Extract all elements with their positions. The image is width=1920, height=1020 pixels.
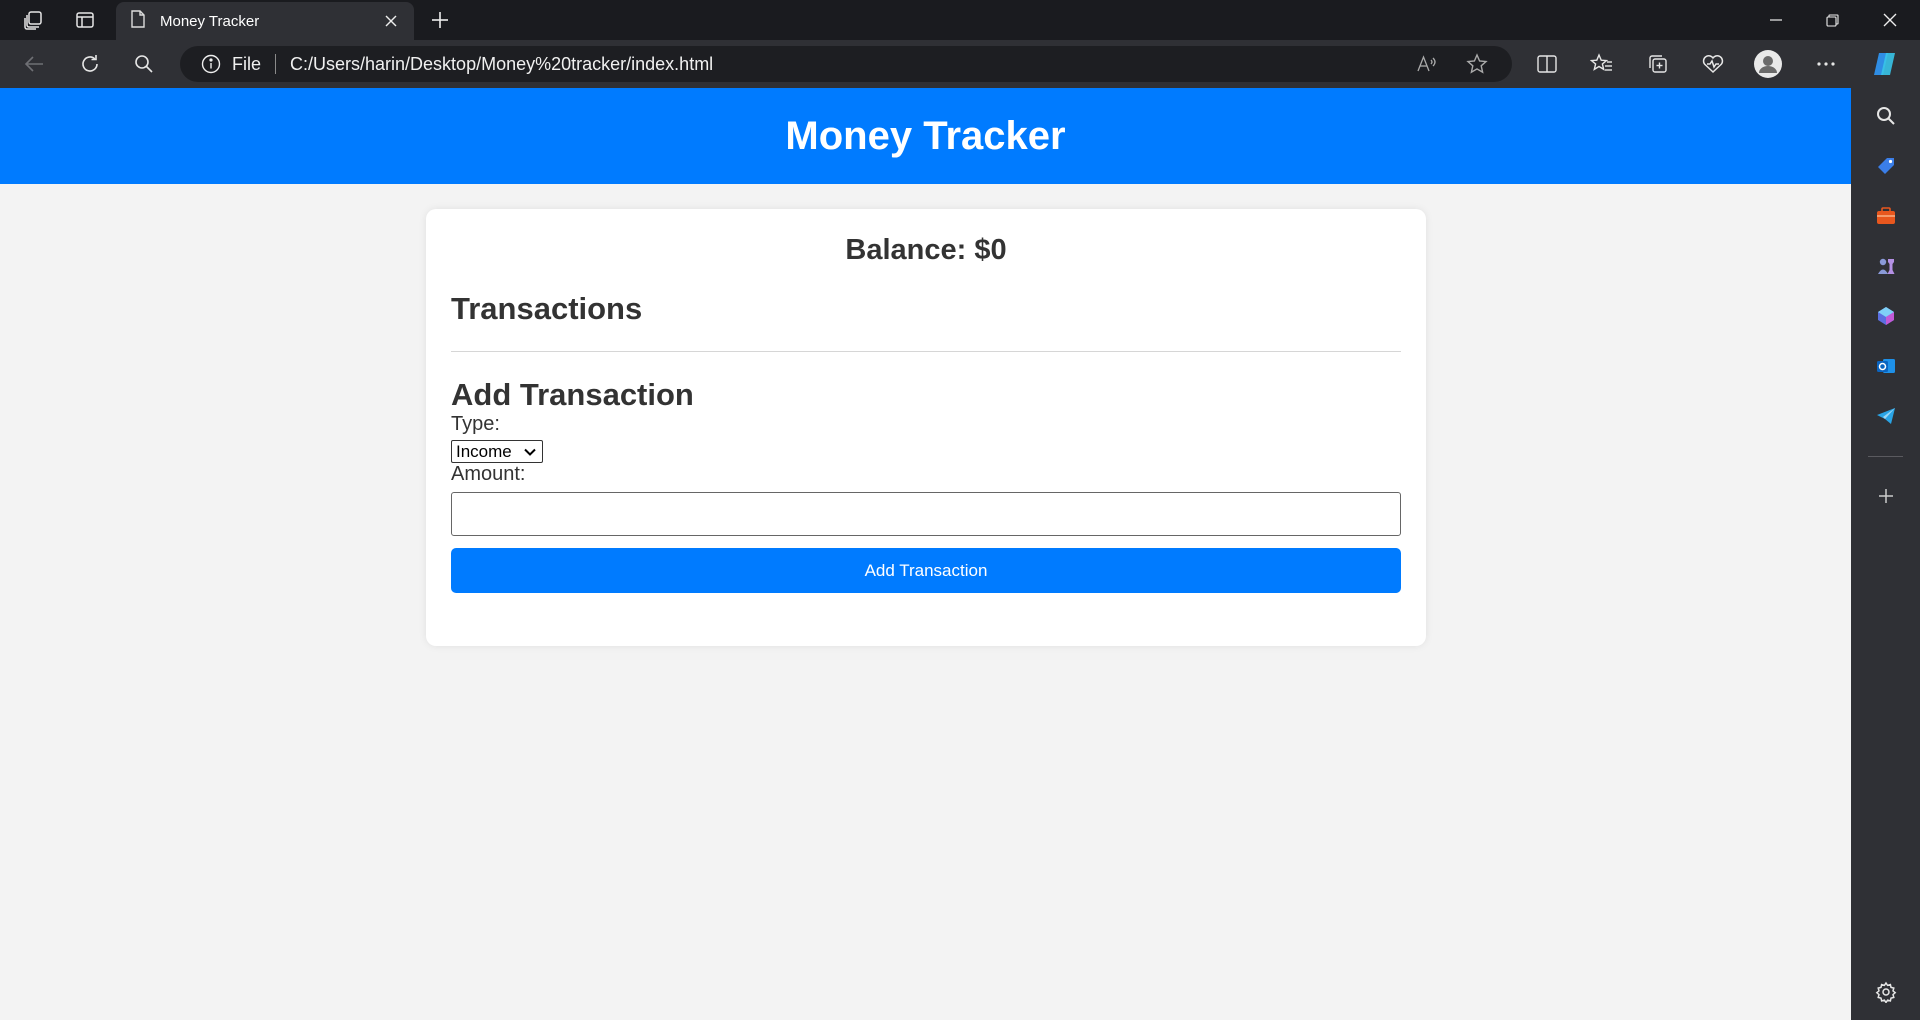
search-icon[interactable] <box>124 44 164 84</box>
sidebar-settings-icon[interactable] <box>1851 972 1920 1012</box>
telegram-send-icon[interactable] <box>1851 396 1920 436</box>
edge-sidebar <box>1851 88 1920 1020</box>
address-divider <box>275 54 277 74</box>
copilot-icon[interactable] <box>1865 44 1905 84</box>
read-aloud-icon[interactable] <box>1410 50 1444 78</box>
browser-essentials-icon[interactable] <box>1693 44 1733 84</box>
collections-icon[interactable] <box>1638 44 1678 84</box>
split-screen-icon[interactable] <box>1527 44 1567 84</box>
section-divider <box>451 351 1401 352</box>
close-tab-icon[interactable] <box>380 10 402 32</box>
new-tab-button[interactable] <box>420 0 460 40</box>
transactions-heading: Transactions <box>451 291 643 326</box>
restore-button[interactable] <box>1804 0 1860 40</box>
browser-tab-active[interactable]: Money Tracker <box>116 2 414 40</box>
vertical-tabs-icon[interactable] <box>64 0 106 40</box>
address-url[interactable]: C:/Users/harin/Desktop/Money%20tracker/i… <box>290 54 713 75</box>
amount-input[interactable] <box>451 492 1401 536</box>
page-viewport: Money Tracker Balance: $0 Transactions A… <box>0 88 1851 1020</box>
close-window-button[interactable] <box>1862 0 1918 40</box>
microsoft-365-icon[interactable] <box>1851 296 1920 336</box>
type-label: Type: <box>451 413 500 435</box>
shopping-tag-icon[interactable] <box>1851 146 1920 186</box>
refresh-button[interactable] <box>70 44 110 84</box>
games-chess-icon[interactable] <box>1851 246 1920 286</box>
browser-toolbar: File C:/Users/harin/Desktop/Money%20trac… <box>0 40 1920 88</box>
chevron-down-icon <box>523 444 537 458</box>
app-header: Money Tracker <box>0 88 1851 184</box>
page-icon <box>130 10 146 32</box>
address-bar[interactable]: File C:/Users/harin/Desktop/Money%20trac… <box>180 46 1512 82</box>
tracker-card: Balance: $0 Transactions Add Transaction… <box>426 209 1426 646</box>
sidebar-divider <box>1868 456 1903 457</box>
profile-avatar[interactable] <box>1748 44 1788 84</box>
browser-titlebar: Money Tracker <box>0 0 1920 40</box>
sidebar-search-icon[interactable] <box>1851 96 1920 136</box>
address-scheme-label: File <box>232 53 262 74</box>
app-title: Money Tracker <box>785 113 1066 158</box>
favorites-icon[interactable] <box>1582 44 1622 84</box>
type-select[interactable]: Income <box>451 440 543 463</box>
amount-label: Amount: <box>451 463 526 485</box>
add-sidebar-app-icon[interactable] <box>1851 476 1920 516</box>
workspaces-icon[interactable] <box>12 0 54 40</box>
balance-display: Balance: $0 <box>845 234 1007 266</box>
back-button[interactable] <box>14 44 54 84</box>
type-selected-value: Income <box>456 441 512 461</box>
tools-briefcase-icon[interactable] <box>1851 196 1920 236</box>
more-options-icon[interactable] <box>1806 44 1846 84</box>
info-icon[interactable] <box>200 53 222 75</box>
favorite-star-icon[interactable] <box>1460 50 1494 78</box>
minimize-button[interactable] <box>1748 0 1804 40</box>
outlook-icon[interactable] <box>1851 346 1920 386</box>
add-transaction-heading: Add Transaction <box>451 377 694 412</box>
tab-title: Money Tracker <box>160 12 260 30</box>
add-transaction-button[interactable]: Add Transaction <box>451 548 1401 593</box>
